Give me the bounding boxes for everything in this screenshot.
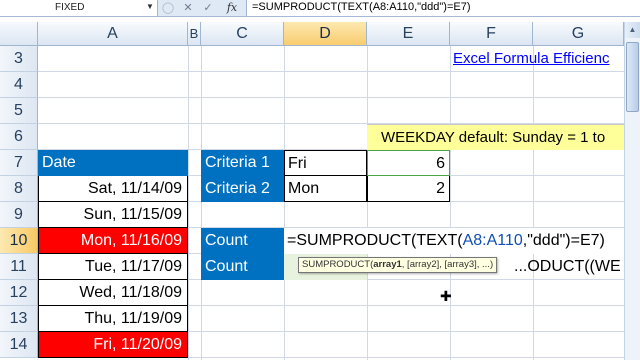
criteria1-label[interactable]: Criteria 1 bbox=[201, 150, 284, 176]
row-header-3[interactable]: 3 bbox=[0, 46, 38, 72]
formula-bar-grip-icon: ◯ bbox=[161, 2, 175, 14]
date-header[interactable]: Date bbox=[38, 150, 188, 176]
row-header-9[interactable]: 9 bbox=[0, 202, 38, 228]
formula-bar: FIXED ▼ ◯ ✕ ✓ fx =SUMPRODUCT(TEXT(A8:A11… bbox=[0, 0, 640, 17]
count-label-1[interactable]: Count bbox=[201, 228, 284, 254]
select-all-corner[interactable] bbox=[0, 22, 38, 46]
row-header-7[interactable]: 7 bbox=[0, 150, 38, 176]
date-cell[interactable]: Thu, 11/19/09 bbox=[38, 306, 188, 332]
formula-input[interactable]: =SUMPRODUCT(TEXT(A8:A110,"ddd")=E7) bbox=[246, 0, 640, 16]
scroll-up-icon[interactable]: ▲ bbox=[625, 22, 640, 38]
worksheet-grid[interactable]: Excel Formula Efficienc WEEKDAY default:… bbox=[38, 46, 624, 360]
column-header-d[interactable]: D bbox=[284, 22, 367, 46]
criteria2-count[interactable]: 2 bbox=[367, 176, 450, 202]
column-header-a[interactable]: A bbox=[38, 22, 188, 46]
column-header-c[interactable]: C bbox=[201, 22, 284, 46]
overflow-formula-text: ...ODUCT((WE bbox=[514, 258, 621, 275]
reference-highlight bbox=[367, 150, 450, 176]
column-header-f[interactable]: F bbox=[450, 22, 533, 46]
name-box-dropdown-icon[interactable]: ▼ bbox=[146, 2, 154, 11]
count-label-2[interactable]: Count bbox=[201, 254, 284, 280]
name-box[interactable]: FIXED bbox=[0, 0, 158, 16]
row-header-12[interactable]: 12 bbox=[0, 280, 38, 306]
row-header-8[interactable]: 8 bbox=[0, 176, 38, 202]
vertical-scrollbar[interactable]: ▲ bbox=[624, 22, 640, 360]
column-headers: A B C D E F G bbox=[0, 22, 640, 46]
column-header-g[interactable]: G bbox=[533, 22, 624, 46]
column-header-b[interactable]: B bbox=[188, 22, 201, 46]
row-header-14[interactable]: 14 bbox=[0, 332, 38, 358]
column-header-e[interactable]: E bbox=[367, 22, 450, 46]
insert-function-icon[interactable]: fx bbox=[224, 1, 240, 15]
tooltip-rest: , [array2], [array3], ...) bbox=[401, 259, 494, 270]
criteria1-value[interactable]: Fri bbox=[284, 150, 367, 176]
row-header-13[interactable]: 13 bbox=[0, 306, 38, 332]
edit-suffix: ,"ddd")=E7) bbox=[522, 232, 605, 249]
cell-edit-field[interactable]: =SUMPRODUCT(TEXT(A8:A110,"ddd")=E7) bbox=[284, 228, 624, 254]
row-header-6[interactable]: 6 bbox=[0, 124, 38, 150]
row-header-4[interactable]: 4 bbox=[0, 72, 38, 98]
cancel-icon[interactable]: ✕ bbox=[180, 1, 196, 15]
date-cell[interactable]: Tue, 11/17/09 bbox=[38, 254, 188, 280]
criteria2-label[interactable]: Criteria 2 bbox=[201, 176, 284, 202]
edit-range: A8:A110 bbox=[462, 232, 523, 249]
criteria2-value[interactable]: Mon bbox=[284, 176, 367, 202]
date-cell[interactable]: Sat, 11/14/09 bbox=[38, 176, 188, 202]
date-cell-highlighted[interactable]: Fri, 11/20/09 bbox=[38, 332, 188, 358]
weekday-note: WEEKDAY default: Sunday = 1 to bbox=[367, 124, 624, 150]
function-tooltip: SUMPRODUCT(array1, [array2], [array3], .… bbox=[298, 257, 498, 273]
date-cell[interactable]: Sun, 11/15/09 bbox=[38, 202, 188, 228]
date-cell[interactable]: Wed, 11/18/09 bbox=[38, 280, 188, 306]
excel-formula-link[interactable]: Excel Formula Efficienc bbox=[453, 46, 624, 72]
row-header-10[interactable]: 10 bbox=[0, 228, 38, 254]
tooltip-fn: SUMPRODUCT( bbox=[302, 259, 374, 270]
row-header-5[interactable]: 5 bbox=[0, 98, 38, 124]
cursor-icon: ✚ bbox=[440, 288, 452, 304]
row-header-11[interactable]: 11 bbox=[0, 254, 38, 280]
date-cell-highlighted[interactable]: Mon, 11/16/09 bbox=[38, 228, 188, 254]
scroll-thumb[interactable] bbox=[626, 42, 639, 112]
edit-prefix: =SUMPRODUCT(TEXT( bbox=[287, 232, 463, 249]
tooltip-arg1[interactable]: array1 bbox=[373, 259, 402, 270]
enter-icon[interactable]: ✓ bbox=[200, 1, 216, 15]
